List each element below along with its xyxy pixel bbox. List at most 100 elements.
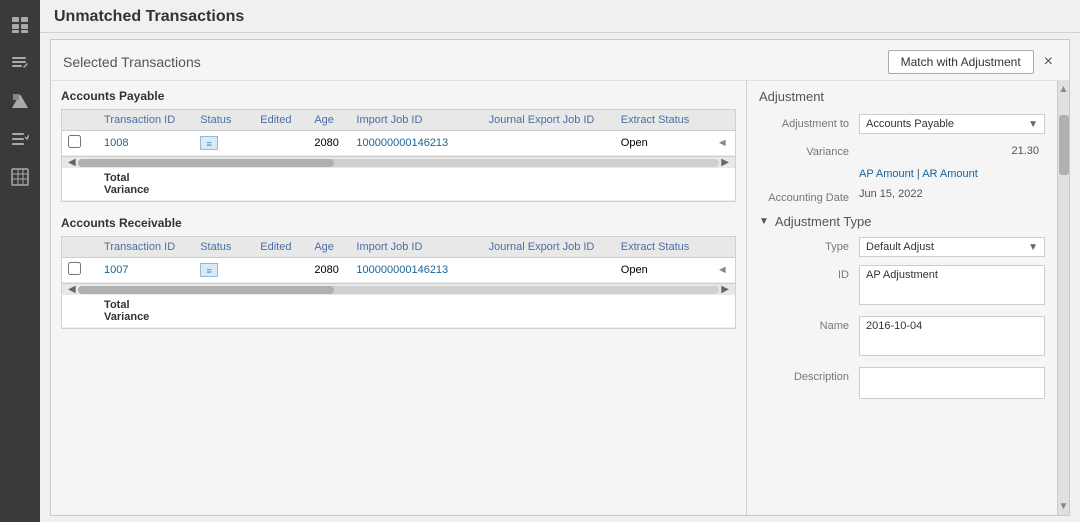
shapes-icon[interactable] bbox=[3, 84, 37, 118]
sidebar bbox=[0, 0, 40, 522]
adjustment-to-value: Accounts Payable ▼ bbox=[859, 114, 1045, 134]
accounting-date-label: Accounting Date bbox=[759, 188, 859, 204]
ar-col-edited[interactable]: Edited bbox=[254, 237, 308, 258]
ap-scroll-left[interactable]: ◀ bbox=[66, 157, 78, 168]
accounts-receivable-table: Transaction ID Status Edited Age Import … bbox=[62, 237, 735, 283]
table-icon[interactable] bbox=[3, 160, 37, 194]
variance-row: Variance 21.30 bbox=[759, 142, 1045, 160]
accounting-date-value: Jun 15, 2022 bbox=[859, 185, 923, 203]
accounts-receivable-section-title: Accounts Receivable bbox=[61, 216, 736, 230]
ap-col-extractstatus[interactable]: Extract Status bbox=[615, 110, 711, 131]
type-chevron-down-icon: ▼ bbox=[1028, 242, 1038, 253]
collapse-icon[interactable]: ▼ bbox=[759, 216, 769, 227]
ar-scroll-left[interactable]: ◀ bbox=[66, 284, 78, 295]
ar-scroll-track[interactable] bbox=[78, 286, 720, 294]
match-with-adjustment-button[interactable]: Match with Adjustment bbox=[888, 50, 1034, 74]
ar-row1-journalexport bbox=[483, 258, 615, 283]
ap-scroll-track[interactable] bbox=[78, 159, 720, 167]
selected-transactions-dialog: Selected Transactions Match with Adjustm… bbox=[50, 39, 1070, 516]
table-row: 1008 ≡ 2080 100000000146213 Open ◄ bbox=[62, 131, 735, 156]
id-textarea[interactable] bbox=[859, 265, 1045, 305]
ap-total-variance-row: Total Variance bbox=[62, 168, 735, 201]
ar-row1-importjob[interactable]: 100000000146213 bbox=[350, 258, 482, 283]
ap-col-txid[interactable]: Transaction ID bbox=[98, 110, 194, 131]
adjustment-to-dropdown[interactable]: Accounts Payable ▼ bbox=[859, 114, 1045, 134]
ar-col-importjob[interactable]: Import Job ID bbox=[350, 237, 482, 258]
page-title: Unmatched Transactions bbox=[54, 8, 244, 25]
ar-row1-txid[interactable]: 1007 bbox=[98, 258, 194, 283]
ar-total-cell bbox=[62, 295, 98, 328]
right-scrollbar[interactable]: ▲ ▼ bbox=[1057, 81, 1069, 515]
type-dropdown[interactable]: Default Adjust ▼ bbox=[859, 237, 1045, 257]
scrollbar-down-arrow[interactable]: ▼ bbox=[1059, 501, 1069, 515]
ar-row1-checkbox-input[interactable] bbox=[68, 262, 81, 275]
right-panel: Adjustment Adjustment to Accounts Payabl… bbox=[747, 81, 1069, 515]
ap-row1-journalexport bbox=[483, 131, 615, 156]
description-label: Description bbox=[759, 367, 859, 383]
ap-row1-status: ≡ bbox=[194, 131, 254, 156]
ar-col-age[interactable]: Age bbox=[308, 237, 350, 258]
id-label: ID bbox=[759, 265, 859, 281]
ar-section: Accounts Receivable Transa bbox=[61, 216, 736, 329]
ap-scroll-right[interactable]: ▶ bbox=[719, 157, 731, 168]
main-content: Unmatched Transactions Selected Transact… bbox=[40, 0, 1080, 522]
ap-total-variance-table: Total Variance bbox=[62, 168, 735, 201]
ap-row1-txid[interactable]: 1008 bbox=[98, 131, 194, 156]
edit-icon[interactable] bbox=[3, 46, 37, 80]
description-row: Description bbox=[759, 367, 1045, 402]
ar-col-extra bbox=[711, 237, 735, 258]
ap-col-edited[interactable]: Edited bbox=[254, 110, 308, 131]
dialog-body: Accounts Payable Transaction ID bbox=[51, 81, 1069, 515]
ar-col-status[interactable]: Status bbox=[194, 237, 254, 258]
name-label: Name bbox=[759, 316, 859, 332]
adjustment-panel: Adjustment Adjustment to Accounts Payabl… bbox=[747, 81, 1057, 515]
ar-col-txid[interactable]: Transaction ID bbox=[98, 237, 194, 258]
ap-row1-checkbox bbox=[62, 131, 98, 156]
ap-row1-importjob[interactable]: 100000000146213 bbox=[350, 131, 482, 156]
adjustment-type-header: ▼ Adjustment Type bbox=[759, 214, 1045, 229]
close-button[interactable]: × bbox=[1040, 54, 1057, 70]
ap-horizontal-scrollbar[interactable]: ◀ ▶ bbox=[62, 156, 735, 168]
ap-row1-edited bbox=[254, 131, 308, 156]
ar-scroll-thumb bbox=[78, 286, 335, 294]
ap-row1-extra: ◄ bbox=[711, 131, 735, 156]
ap-col-status[interactable]: Status bbox=[194, 110, 254, 131]
name-textarea[interactable] bbox=[859, 316, 1045, 356]
adjustment-to-dropdown-value: Accounts Payable bbox=[866, 118, 954, 130]
ar-row1-status: ≡ bbox=[194, 258, 254, 283]
adjustment-section-title: Adjustment bbox=[759, 89, 1045, 104]
grid-icon[interactable] bbox=[3, 8, 37, 42]
ar-variance-text: Variance bbox=[104, 311, 188, 323]
ar-col-journalexport[interactable]: Journal Export Job ID bbox=[483, 237, 615, 258]
ar-scroll-right[interactable]: ▶ bbox=[719, 284, 731, 295]
transactions-panel: Accounts Payable Transaction ID bbox=[51, 81, 747, 515]
ap-col-importjob[interactable]: Import Job ID bbox=[350, 110, 482, 131]
ar-col-extractstatus[interactable]: Extract Status bbox=[615, 237, 711, 258]
ar-row1-checkbox bbox=[62, 258, 98, 283]
ar-horizontal-scrollbar[interactable]: ◀ ▶ bbox=[62, 283, 735, 295]
type-row: Type Default Adjust ▼ bbox=[759, 237, 1045, 257]
ap-row1-checkbox-input[interactable] bbox=[68, 135, 81, 148]
variance-label: Variance bbox=[759, 142, 859, 158]
scrollbar-thumb bbox=[1059, 115, 1069, 175]
adjustment-to-label: Adjustment to bbox=[759, 114, 859, 130]
ap-col-journalexport[interactable]: Journal Export Job ID bbox=[483, 110, 615, 131]
description-textarea[interactable] bbox=[859, 367, 1045, 399]
ap-row1-extractstatus: Open bbox=[615, 131, 711, 156]
ap-total-label: Total Variance bbox=[98, 168, 194, 201]
ap-ar-amount-link[interactable]: AP Amount | AR Amount bbox=[859, 168, 978, 180]
ar-row1-age: 2080 bbox=[308, 258, 350, 283]
ap-col-extra bbox=[711, 110, 735, 131]
dialog-title: Selected Transactions bbox=[63, 54, 201, 70]
ar-total-variance-row: Total Variance bbox=[62, 295, 735, 328]
ap-variance-text: Variance bbox=[104, 184, 188, 196]
page-title-bar: Unmatched Transactions bbox=[40, 0, 1080, 33]
ar-total-text: Total bbox=[104, 299, 188, 311]
ap-row1-age: 2080 bbox=[308, 131, 350, 156]
scrollbar-up-arrow[interactable]: ▲ bbox=[1059, 81, 1069, 95]
ap-col-age[interactable]: Age bbox=[308, 110, 350, 131]
ap-total-values bbox=[194, 168, 735, 201]
type-dropdown-value: Default Adjust bbox=[866, 241, 934, 253]
list-check-icon[interactable] bbox=[3, 122, 37, 156]
chevron-down-icon: ▼ bbox=[1028, 119, 1038, 130]
